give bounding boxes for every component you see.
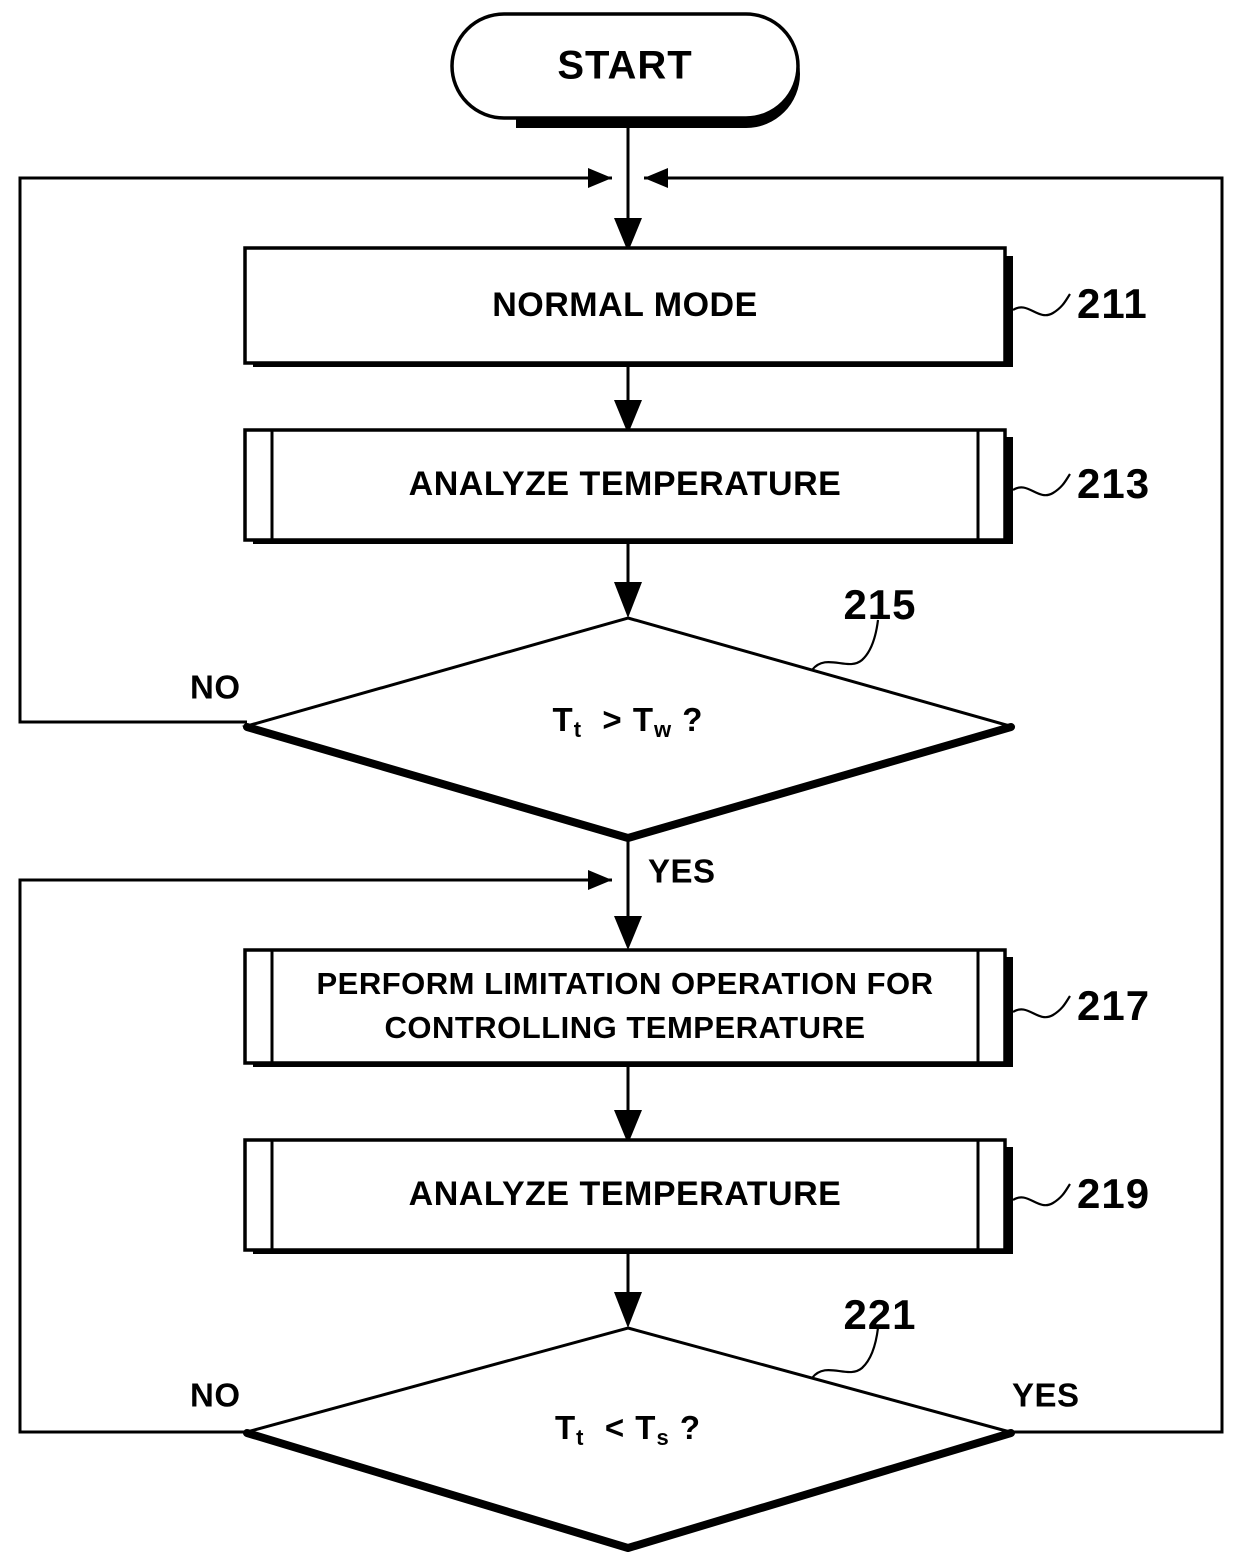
ref-217: 217: [1012, 982, 1150, 1029]
node-219-label: ANALYZE TEMPERATURE: [409, 1175, 842, 1213]
node-219[interactable]: ANALYZE TEMPERATURE: [243, 1138, 1013, 1254]
ref-217-leader: [1012, 995, 1071, 1019]
node-221[interactable]: Tt < Ts ?: [241, 1326, 1016, 1552]
node-215-branch-no: NO: [190, 669, 241, 706]
node-221-tl: T: [555, 1409, 576, 1446]
node-221-tr: T: [635, 1409, 656, 1446]
ref-221-label: 221: [843, 1291, 916, 1338]
node-221-branch-yes: YES: [1012, 1377, 1080, 1414]
ref-217-label: 217: [1077, 982, 1150, 1029]
node-217-label-line1: PERFORM LIMITATION OPERATION FOR: [316, 966, 933, 1001]
node-221-tl-sub: t: [576, 1425, 584, 1450]
ref-213-leader: [1012, 473, 1071, 497]
arrowhead-into-221: [614, 1292, 642, 1328]
flowchart-canvas: START NORMAL MODE 211 ANALYZE TEMPERATUR…: [0, 0, 1240, 1559]
node-215-op: >: [602, 701, 622, 738]
node-215[interactable]: Tt > Tw ?: [241, 616, 1016, 842]
node-211[interactable]: NORMAL MODE: [243, 246, 1013, 367]
ref-213-label: 213: [1077, 460, 1150, 507]
arrowhead-no-loop-221: [588, 870, 612, 890]
ref-219-label: 219: [1077, 1170, 1150, 1217]
node-217-label-line2: CONTROLLING TEMPERATURE: [384, 1010, 865, 1045]
ref-219: 219: [1012, 1170, 1150, 1217]
node-213-label: ANALYZE TEMPERATURE: [409, 465, 842, 503]
node-215-tl-sub: t: [574, 717, 582, 742]
arrowhead-yes-loop-221: [644, 168, 668, 188]
ref-211-leader: [1012, 293, 1071, 317]
ref-215-label: 215: [843, 581, 916, 628]
arrowhead-into-217: [614, 916, 642, 950]
node-217[interactable]: PERFORM LIMITATION OPERATION FOR CONTROL…: [243, 948, 1013, 1067]
node-start[interactable]: START: [450, 12, 800, 128]
node-221-op: <: [605, 1409, 625, 1446]
node-215-q: ?: [682, 701, 703, 738]
arrowhead-no-loop-215: [588, 168, 612, 188]
ref-219-leader: [1012, 1183, 1071, 1207]
node-215-branch-yes: YES: [648, 853, 716, 890]
node-211-label: NORMAL MODE: [492, 286, 758, 324]
node-213[interactable]: ANALYZE TEMPERATURE: [243, 428, 1013, 544]
node-221-q: ?: [680, 1409, 701, 1446]
node-215-tl: T: [553, 701, 574, 738]
node-215-tr: T: [633, 701, 654, 738]
ref-215: 215: [811, 581, 916, 671]
node-221-tr-sub: s: [656, 1425, 669, 1450]
node-215-tr-sub: w: [653, 717, 672, 742]
start-label: START: [557, 44, 692, 88]
flowchart-diagram: START NORMAL MODE 211 ANALYZE TEMPERATUR…: [18, 12, 1224, 1552]
ref-211: 211: [1012, 280, 1148, 327]
ref-211-label: 211: [1077, 280, 1148, 327]
arrowhead-into-215: [614, 582, 642, 618]
node-221-branch-no: NO: [190, 1377, 241, 1414]
ref-221: 221: [811, 1291, 916, 1379]
ref-213: 213: [1012, 460, 1150, 507]
